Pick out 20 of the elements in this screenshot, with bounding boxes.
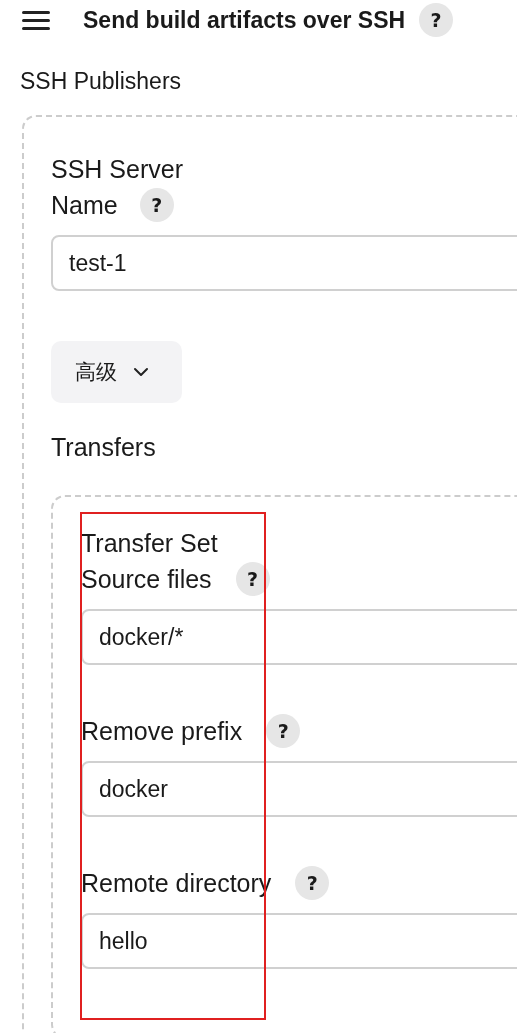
menu-icon[interactable] xyxy=(22,10,50,30)
field-label: SSH Server xyxy=(51,154,184,185)
section-title: SSH Publishers xyxy=(20,68,183,95)
input-field[interactable]: docker/* xyxy=(81,609,517,665)
page-title: Send build artifacts over SSH xyxy=(83,6,406,34)
input-field[interactable]: hello xyxy=(81,913,517,969)
input-field[interactable]: test-1 xyxy=(51,235,517,291)
transfer-set-title: Transfer Set xyxy=(81,528,219,559)
help-button[interactable]: ? xyxy=(419,3,454,37)
help-button[interactable]: ? xyxy=(235,562,270,596)
field-label: Source files xyxy=(81,564,212,595)
help-button[interactable]: ? xyxy=(295,866,330,900)
advanced-button[interactable]: 高级 xyxy=(51,341,182,403)
transfers-title: Transfers xyxy=(51,432,157,463)
help-button[interactable]: ? xyxy=(139,188,174,222)
chevron-down-icon xyxy=(133,367,149,377)
help-button[interactable]: ? xyxy=(266,714,301,748)
field-label: Remove prefix xyxy=(81,716,243,747)
input-field[interactable]: docker xyxy=(81,761,517,817)
field-label: Name xyxy=(51,190,118,221)
